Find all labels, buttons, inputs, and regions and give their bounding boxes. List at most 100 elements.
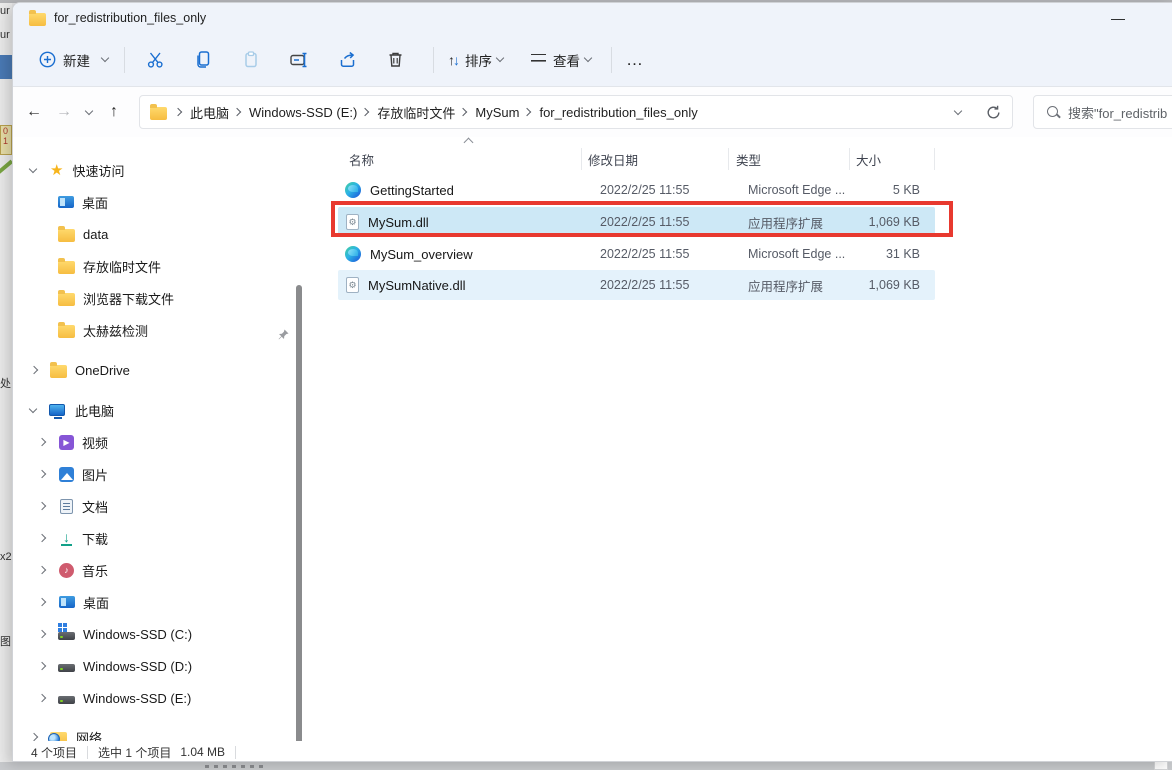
sidebar-item-music[interactable]: ♪ 音乐 (39, 556, 108, 584)
column-divider[interactable] (934, 148, 935, 170)
sidebar-item-label: 音乐 (82, 563, 109, 579)
sidebar-item-videos[interactable]: ▶ 视频 (39, 428, 108, 456)
windows-drive-icon (58, 623, 75, 640)
chevron-right-icon[interactable] (39, 438, 48, 447)
new-button[interactable]: 新建 (31, 42, 118, 78)
chevron-down-icon (496, 55, 505, 64)
sidebar-item-temp-files[interactable]: 存放临时文件 (58, 252, 161, 280)
chevron-right-icon[interactable] (31, 366, 40, 375)
chevron-right-icon[interactable] (39, 630, 48, 639)
chevron-right-icon[interactable] (39, 566, 48, 575)
breadcrumb-item-current[interactable]: for_redistribution_files_only (534, 105, 702, 120)
chevron-right-icon[interactable] (39, 502, 48, 511)
drive-icon (58, 696, 75, 704)
column-header-name[interactable]: 名称 (349, 150, 374, 169)
sidebar-item-pictures[interactable]: 图片 (39, 460, 108, 488)
sidebar-item-data[interactable]: data (58, 220, 108, 248)
breadcrumb-separator-icon (175, 108, 185, 117)
sidebar-item-drive-c[interactable]: Windows-SSD (C:) (39, 620, 192, 648)
chevron-right-icon[interactable] (39, 534, 48, 543)
copy-icon (197, 51, 210, 68)
sidebar-item-label: 太赫兹检测 (83, 323, 149, 339)
column-header-type[interactable]: 类型 (736, 150, 761, 169)
breadcrumb-item[interactable]: MySum (470, 105, 524, 120)
cut-button[interactable] (131, 42, 179, 78)
history-dropdown-button[interactable] (79, 97, 99, 127)
file-date: 2022/2/25 11:55 (600, 215, 690, 229)
chevron-right-icon[interactable] (39, 598, 48, 607)
sidebar-item-browser-downloads[interactable]: 浏览器下载文件 (58, 284, 174, 312)
up-button[interactable]: ↑ (99, 97, 129, 127)
file-list-pane: 名称 修改日期 类型 大小 GettingStarted 2022/2/25 1… (305, 137, 1172, 743)
more-options-button[interactable]: … (618, 42, 652, 78)
sort-ascending-icon (465, 139, 472, 146)
sidebar-item-desktop[interactable]: 桌面 (39, 588, 109, 616)
minimize-button[interactable]: — (1096, 3, 1140, 33)
breadcrumb-item[interactable]: Windows-SSD (E:) (244, 105, 362, 120)
forward-button[interactable]: → (49, 97, 79, 127)
sidebar-scrollbar[interactable] (296, 285, 302, 761)
column-divider[interactable] (581, 148, 582, 170)
file-row-mysum-overview[interactable]: MySum_overview 2022/2/25 11:55 Microsoft… (338, 239, 935, 269)
file-row-mysumnative-dll[interactable]: ⚙ MySumNative.dll 2022/2/25 11:55 应用程序扩展… (338, 270, 935, 300)
background-fragment (0, 55, 12, 79)
sidebar-item-documents[interactable]: 文档 (39, 492, 108, 520)
drive-icon (58, 664, 75, 672)
search-input[interactable]: 搜索"for_redistrib (1033, 95, 1172, 129)
background-fragment: x2 (0, 551, 12, 563)
view-button[interactable]: 查看 (523, 42, 601, 78)
pictures-icon (59, 466, 74, 482)
new-button-label: 新建 (63, 53, 90, 69)
status-divider (87, 745, 89, 759)
sidebar-item-label: Windows-SSD (D:) (83, 658, 193, 674)
sidebar-item-label: 文档 (82, 499, 109, 515)
sidebar-item-onedrive[interactable]: OneDrive (31, 356, 130, 384)
title-bar[interactable]: for_redistribution_files_only — (13, 3, 1172, 33)
sidebar-item-this-pc[interactable]: 此电脑 (29, 396, 114, 424)
sidebar-item-label: 浏览器下载文件 (83, 291, 175, 307)
breadcrumb-item[interactable]: 存放临时文件 (372, 103, 460, 122)
file-name: MySumNative.dll (368, 277, 466, 293)
column-divider[interactable] (849, 148, 850, 170)
clipboard-icon (245, 51, 257, 68)
copy-button[interactable] (179, 42, 227, 78)
sidebar-item-label: 快速访问 (72, 163, 125, 179)
sidebar-item-drive-e[interactable]: Windows-SSD (E:) (39, 684, 191, 712)
column-header-size[interactable]: 大小 (856, 150, 881, 169)
quick-access-star-icon: ★ (50, 161, 64, 179)
sidebar-scrollbar-thumb[interactable] (296, 285, 302, 761)
refresh-icon[interactable] (985, 104, 1002, 121)
address-bar[interactable]: 此电脑 Windows-SSD (E:) 存放临时文件 MySum for_re… (139, 95, 1013, 129)
sidebar-item-quick-access[interactable]: ★ 快速访问 (29, 156, 124, 184)
file-row-mysum-dll[interactable]: ⚙ MySum.dll 2022/2/25 11:55 应用程序扩展 1,069… (338, 207, 935, 237)
back-button[interactable]: ← (19, 97, 49, 127)
sort-button-label: 排序 (465, 53, 492, 69)
chevron-down-icon[interactable] (29, 166, 38, 175)
paste-button[interactable] (227, 42, 275, 78)
sidebar-item-drive-d[interactable]: Windows-SSD (D:) (39, 652, 192, 680)
edge-file-icon (345, 182, 361, 198)
chevron-right-icon[interactable] (39, 470, 48, 479)
breadcrumb-item[interactable]: 此电脑 (185, 103, 234, 122)
sidebar-item-label: Windows-SSD (C:) (83, 626, 193, 642)
sidebar-item-downloads[interactable]: ↓ 下载 (39, 524, 108, 552)
view-button-label: 查看 (553, 53, 580, 69)
windows-logo-icon (58, 623, 67, 632)
chevron-right-icon[interactable] (39, 694, 48, 703)
delete-button[interactable] (371, 42, 419, 78)
chevron-down-icon[interactable] (29, 406, 38, 415)
navigation-bar: ← → ↑ 此电脑 Windows-SSD (E:) 存放临时文件 MySum … (13, 87, 1172, 137)
chevron-right-icon[interactable] (39, 662, 48, 671)
taskbar-edge (0, 762, 1172, 770)
file-row-gettingstarted[interactable]: GettingStarted 2022/2/25 11:55 Microsoft… (338, 175, 935, 205)
sidebar-item-desktop-quick[interactable]: 桌面 (58, 188, 108, 216)
sort-button[interactable]: ↑↓ 排序 (440, 42, 513, 78)
column-header-date[interactable]: 修改日期 (588, 150, 638, 169)
sidebar-item-terahertz[interactable]: 太赫兹检测 (58, 316, 148, 344)
file-explorer-window: for_redistribution_files_only — 新建 ↑↓ 排序… (12, 2, 1172, 762)
file-size: 1,069 KB (868, 215, 920, 229)
rename-button[interactable] (275, 42, 323, 78)
share-button[interactable] (323, 42, 371, 78)
address-dropdown-icon[interactable] (954, 108, 963, 117)
column-divider[interactable] (728, 148, 729, 170)
